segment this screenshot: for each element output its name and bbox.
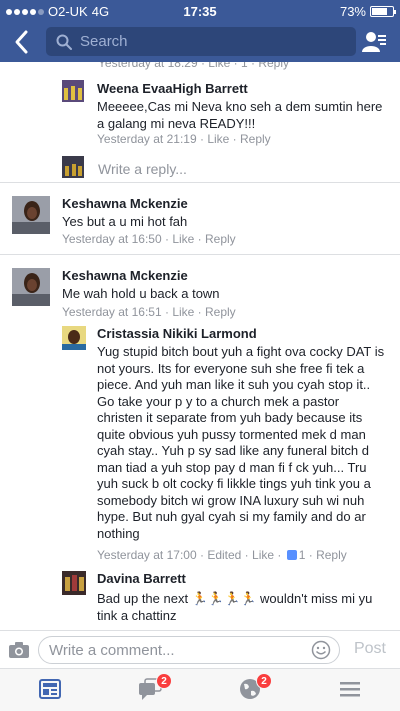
search-icon [56, 34, 72, 50]
battery-status: 73% [339, 4, 396, 19]
comment-time: Yesterday at 21:19 [97, 132, 197, 146]
comment-meta: Yesterday at 21:19 · Like · Reply [97, 132, 271, 146]
commenter-name[interactable]: Davina Barrett [97, 571, 186, 586]
comment-placeholder: Write a comment... [49, 641, 175, 659]
camera-icon[interactable] [8, 641, 30, 659]
comment-text: Yes but a u mi hot fah [62, 214, 188, 229]
comment-time: Yesterday at 17:00 [97, 548, 197, 562]
like-thumb-icon [286, 550, 297, 560]
notifications-badge: 2 [256, 673, 272, 689]
search-bar[interactable]: Search [46, 27, 356, 56]
tab-menu[interactable] [338, 677, 362, 701]
edited-label: Edited [207, 548, 242, 562]
messages-badge: 2 [156, 673, 172, 689]
reply-input[interactable]: Write a reply... [98, 161, 187, 177]
divider [0, 182, 400, 183]
comment-time: Yesterday at 16:51 [62, 305, 162, 319]
commenter-name[interactable]: Keshawna Mckenzie [62, 196, 188, 211]
divider [0, 254, 400, 255]
avatar[interactable] [12, 268, 50, 306]
comment-meta: Yesterday at 16:50 · Like · Reply [62, 232, 236, 246]
commenter-name[interactable]: Cristassia Nikiki Larmond [97, 326, 257, 341]
avatar[interactable] [12, 196, 50, 234]
comments-feed: Yesterday at 18:29 · Like · 1 · Reply We… [0, 62, 400, 630]
chevron-left-icon [15, 30, 28, 54]
reply-link[interactable]: Reply [240, 132, 271, 146]
avatar-image [12, 268, 50, 306]
commenter-name[interactable]: Weena EvaaHigh Barrett [97, 81, 248, 96]
my-avatar [62, 156, 84, 178]
avatar-image [62, 326, 86, 350]
comment-meta-partial: Yesterday at 18:29 · Like · 1 · Reply [98, 62, 289, 70]
like-link[interactable]: Like [172, 305, 194, 319]
reply-link[interactable]: Reply [205, 232, 236, 246]
avatar[interactable] [62, 571, 86, 595]
tab-notifications[interactable]: 2 [238, 673, 272, 701]
reply-link[interactable]: Reply [316, 548, 347, 562]
comment-composer: Write a comment... Post [0, 630, 400, 668]
menu-icon [340, 682, 360, 697]
avatar[interactable] [62, 80, 84, 102]
like-count: 1 [298, 548, 306, 562]
comment-meta: Yesterday at 16:51 · Like · Reply [62, 305, 236, 319]
top-nav: Search [0, 22, 400, 62]
reply-link[interactable]: Reply [205, 305, 236, 319]
emoji-icon[interactable] [311, 640, 331, 660]
avatar[interactable] [62, 326, 86, 350]
battery-percent: 73% [339, 4, 366, 19]
like-link[interactable]: Like [172, 232, 194, 246]
commenter-name[interactable]: Keshawna Mckenzie [62, 268, 188, 283]
post-button[interactable]: Post [354, 640, 386, 658]
comment-input[interactable]: Write a comment... [38, 636, 340, 664]
tab-messages[interactable]: 2 [138, 673, 172, 701]
search-placeholder: Search [80, 33, 128, 50]
comment-text: Bad up the next 🏃🏃🏃🏃 wouldn't miss mi yu… [97, 591, 373, 623]
avatar-image [62, 80, 84, 102]
status-bar: O2-UK 4G 17:35 73% [0, 0, 400, 22]
comment-time: Yesterday at 16:50 [62, 232, 162, 246]
battery-icon [370, 6, 396, 17]
avatar-image [62, 156, 84, 178]
bottom-tab-bar: 2 2 [0, 668, 400, 711]
like-link[interactable]: Like [207, 132, 229, 146]
comment-text: Meeeee,Cas mi Neva kno seh a dem sumtin … [97, 99, 383, 131]
comment-text: Me wah hold u back a town [62, 286, 220, 301]
friend-requests-icon[interactable] [362, 30, 386, 54]
news-feed-icon [39, 679, 61, 699]
avatar-image [12, 196, 50, 234]
tab-news-feed[interactable] [38, 677, 62, 701]
comment-text: Yug stupid bitch bout yuh a fight ova co… [97, 344, 385, 541]
comment-meta: Yesterday at 17:00 · Edited · Like · 1 ·… [97, 548, 347, 562]
back-button[interactable] [12, 28, 38, 56]
avatar-image [62, 571, 86, 595]
like-link[interactable]: Like [252, 548, 274, 562]
